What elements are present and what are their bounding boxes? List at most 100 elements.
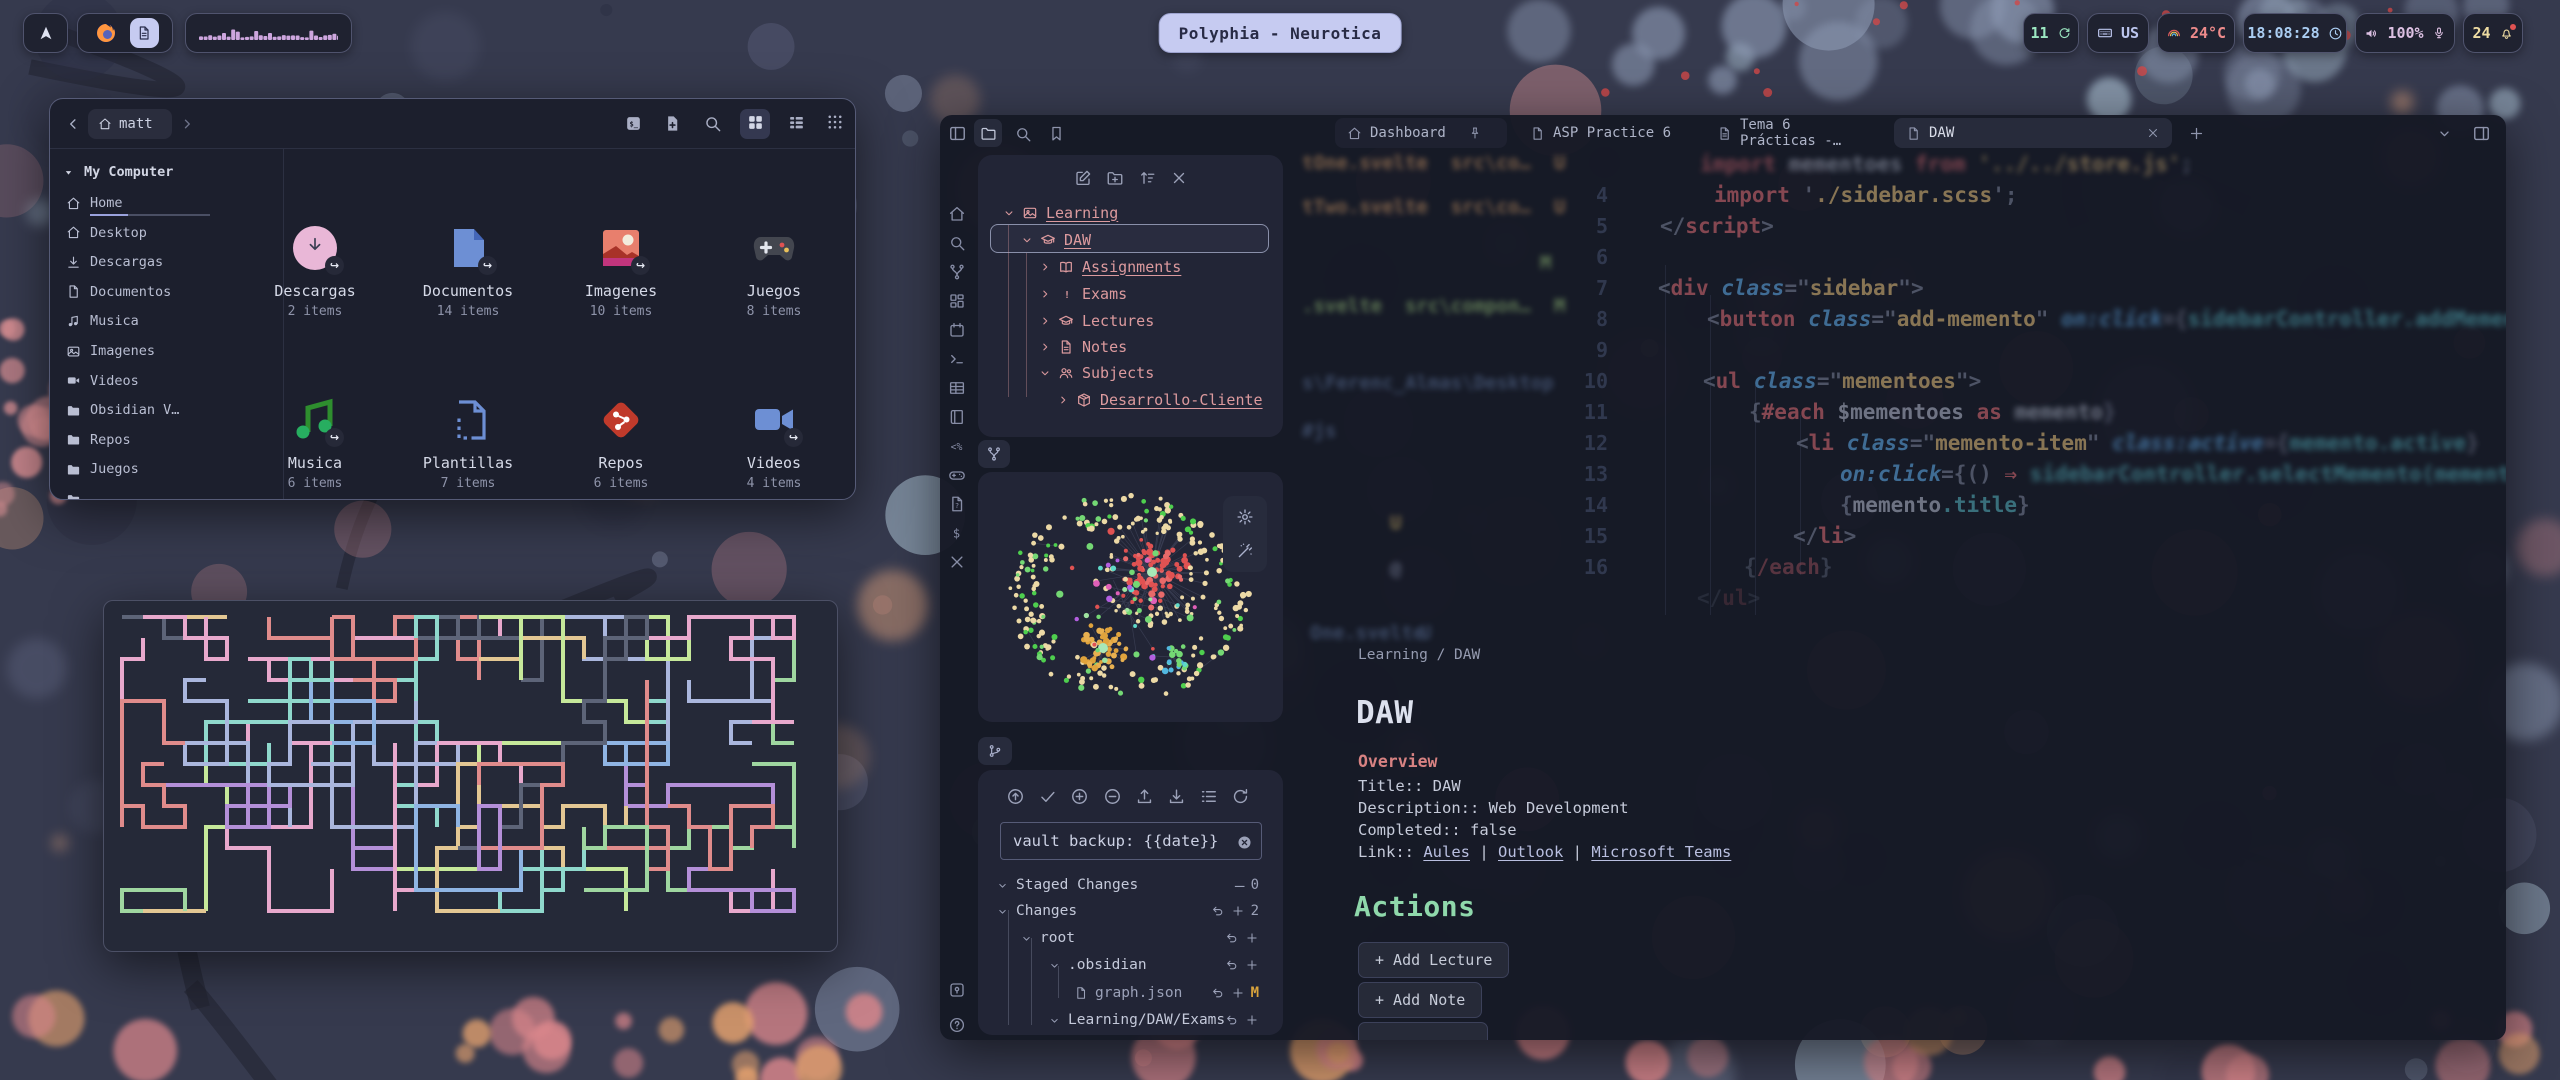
dollar-ribbon-icon[interactable]: [948, 522, 966, 542]
git-tab-chip[interactable]: [978, 737, 1012, 765]
terminal-ribbon-icon[interactable]: [948, 348, 966, 368]
tab-list-chevron[interactable]: [2436, 123, 2453, 142]
new-tab-button[interactable]: [2188, 123, 2205, 142]
grid-view-button[interactable]: [746, 113, 765, 136]
graph-settings-gear-icon[interactable]: [1236, 506, 1254, 526]
pin-icon[interactable]: [1468, 126, 1482, 140]
vault-switcher-icon[interactable]: [948, 979, 966, 999]
git-graph-json-row[interactable]: graph.json M: [978, 981, 1273, 1005]
calendar-ribbon-icon[interactable]: [948, 319, 966, 339]
close-icon[interactable]: [2146, 126, 2160, 140]
breadcrumb[interactable]: matt: [88, 109, 172, 139]
bookmarks-tab-button[interactable]: [1048, 123, 1065, 142]
tree-item-daw[interactable]: DAW: [978, 226, 1275, 253]
discard-icon[interactable]: [1211, 904, 1225, 918]
now-playing-pill[interactable]: Polyphia - Neurotica: [1159, 13, 1402, 53]
keyboard-layout-module[interactable]: US: [2087, 13, 2149, 53]
sidebar-item-descargas[interactable]: Descargas: [66, 249, 226, 275]
stage-icon[interactable]: [1245, 931, 1259, 945]
folder-videos[interactable]: ↪ Videos 4 items: [708, 397, 840, 491]
stage-icon[interactable]: [1231, 904, 1245, 918]
tab-dashboard[interactable]: Dashboard: [1335, 118, 1507, 148]
link-microsoft-teams[interactable]: Microsoft Teams: [1591, 843, 1731, 861]
git-push-button[interactable]: [1135, 786, 1154, 806]
search-button[interactable]: [703, 113, 722, 133]
git-commit-button[interactable]: [1038, 786, 1057, 806]
firefox-app-button[interactable]: [91, 18, 121, 48]
tree-item-assignments[interactable]: Assignments: [978, 253, 1275, 280]
graph-view-tab-chip[interactable]: [978, 440, 1010, 468]
home-ribbon-icon[interactable]: [948, 203, 966, 223]
tools-ribbon-icon[interactable]: [948, 551, 966, 571]
dashboard-ribbon-icon[interactable]: [948, 290, 966, 310]
stage-icon[interactable]: [1231, 986, 1245, 1000]
new-folder-button[interactable]: [1106, 167, 1124, 187]
discard-icon[interactable]: [1225, 958, 1239, 972]
git-obsidian-folder-row[interactable]: .obsidian: [978, 953, 1273, 977]
sidebar-item-home[interactable]: Home: [66, 190, 226, 216]
note-breadcrumb[interactable]: Learning / DAW: [1358, 647, 1480, 663]
list-view-button[interactable]: [787, 113, 806, 136]
discard-icon[interactable]: [1211, 986, 1225, 1000]
git-staged-changes-row[interactable]: Staged Changes —0: [978, 873, 1273, 897]
add-lecture-button[interactable]: + Add Lecture: [1358, 942, 1509, 978]
tree-item-desarrollo-cliente[interactable]: Desarrollo-Cliente: [978, 386, 1275, 413]
discard-icon[interactable]: [1225, 1013, 1239, 1027]
book-ribbon-icon[interactable]: [948, 406, 966, 426]
code-ribbon-icon[interactable]: [948, 435, 966, 455]
sidebar-toggle-button[interactable]: [948, 123, 967, 143]
clear-message-icon[interactable]: [1236, 832, 1253, 851]
open-terminal-button[interactable]: $_: [624, 113, 643, 133]
sidebar-item-videos[interactable]: Videos: [66, 368, 226, 394]
sidebar-item-desktop[interactable]: Desktop: [66, 220, 226, 246]
table-ribbon-icon[interactable]: [948, 377, 966, 397]
git-changes-row[interactable]: Changes 2: [978, 899, 1273, 923]
explorer-tab-button[interactable]: [974, 119, 1002, 147]
git-learning-daw-exams-row[interactable]: Learning/DAW/Exams: [978, 1008, 1273, 1032]
git-pull-button[interactable]: [1167, 786, 1186, 806]
file-question-ribbon-icon[interactable]: [948, 493, 966, 513]
tree-item-exams[interactable]: Exams: [978, 280, 1275, 307]
new-file-button[interactable]: [663, 113, 682, 133]
git-root-row[interactable]: root: [978, 926, 1273, 950]
tree-item-subjects[interactable]: Subjects: [978, 359, 1275, 386]
folder-plantillas[interactable]: Plantillas 7 items: [402, 397, 534, 491]
back-button[interactable]: [64, 113, 82, 133]
git-unstage-all-button[interactable]: [1103, 786, 1122, 806]
folder-documentos[interactable]: ↪ Documentos 14 items: [402, 225, 534, 319]
search-tab-button[interactable]: [1014, 123, 1032, 143]
folder-musica[interactable]: ↪ Musica 6 items: [249, 397, 381, 491]
gamepad-ribbon-icon[interactable]: [948, 464, 966, 484]
stage-icon[interactable]: [1245, 1013, 1259, 1027]
updates-module[interactable]: 11: [2023, 13, 2079, 53]
sidebar-item-repos[interactable]: Repos: [66, 427, 226, 453]
compact-view-button[interactable]: [826, 113, 844, 135]
sidebar-item-obsidian-vault[interactable]: Obsidian V…: [66, 397, 226, 423]
tree-item-notes[interactable]: Notes: [978, 333, 1275, 360]
clock-module[interactable]: 18:08:28: [2243, 13, 2347, 53]
volume-module[interactable]: 100%: [2355, 13, 2455, 53]
tab-daw[interactable]: DAW: [1894, 118, 2172, 148]
tab-asp-practice-6[interactable]: ASP Practice 6: [1518, 118, 1696, 148]
collapse-all-button[interactable]: [1170, 167, 1188, 187]
sidebar-item-juegos[interactable]: Juegos: [66, 456, 226, 482]
sort-button[interactable]: [1138, 167, 1156, 187]
search-ribbon-icon[interactable]: [948, 232, 966, 252]
git-changed-files-button[interactable]: [1199, 786, 1218, 806]
tree-item-lectures[interactable]: Lectures: [978, 307, 1275, 334]
tab-tema-6-practicas[interactable]: Tema 6 Prácticas -…: [1705, 118, 1885, 148]
discard-icon[interactable]: [1225, 931, 1239, 945]
folder-descargas[interactable]: ↪ Descargas 2 items: [249, 225, 381, 319]
link-aules[interactable]: Aules: [1423, 843, 1470, 861]
tree-item-learning[interactable]: Learning: [978, 199, 1275, 226]
help-icon[interactable]: [948, 1014, 966, 1034]
git-refresh-button[interactable]: [1231, 786, 1250, 806]
sidebar-item-imagenes[interactable]: Imagenes: [66, 338, 226, 364]
graph-ribbon-icon[interactable]: [948, 261, 966, 281]
weather-module[interactable]: 24°C: [2157, 13, 2235, 53]
git-stage-all-button[interactable]: [1070, 786, 1089, 806]
partial-button[interactable]: [1358, 1022, 1488, 1040]
folder-repos[interactable]: Repos 6 items: [555, 397, 687, 491]
add-note-button[interactable]: + Add Note: [1358, 982, 1482, 1018]
stage-icon[interactable]: [1245, 958, 1259, 972]
